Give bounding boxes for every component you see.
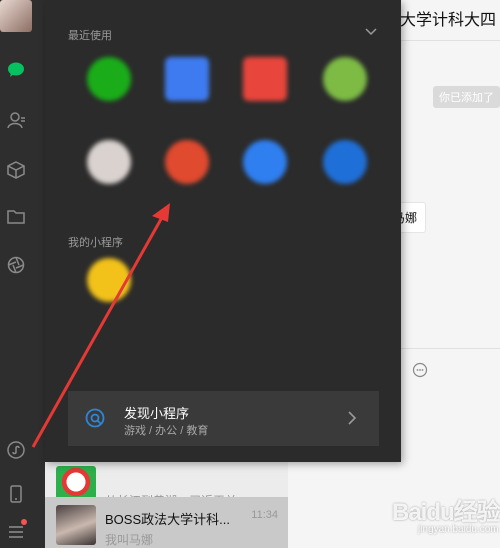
comment-icon[interactable] <box>412 362 428 378</box>
system-message: 你已添加了 <box>433 86 500 108</box>
watermark-url: jingyan.baidu.com <box>418 524 499 535</box>
app-icon <box>165 140 209 184</box>
folder-icon[interactable] <box>6 207 26 227</box>
mini-program-popup: 最近使用 我的小程序 发现小程序 游戏 / 办公 / 教育 <box>45 0 401 462</box>
moments-icon[interactable] <box>6 255 26 275</box>
app-icon <box>323 57 367 101</box>
app-icon <box>165 57 209 101</box>
notification-dot <box>21 519 27 525</box>
app-icon <box>87 140 131 184</box>
recent-app-4[interactable] <box>313 57 377 137</box>
my-app-1[interactable] <box>77 258 141 338</box>
app-icon <box>243 140 287 184</box>
chat-icon[interactable] <box>6 60 26 80</box>
app-icon <box>323 140 367 184</box>
recent-app-8[interactable] <box>313 140 377 220</box>
chat-list-item-selected[interactable]: BOSS政法大学计科... 我叫马娜 11:34 <box>45 497 288 548</box>
recent-app-1[interactable] <box>77 57 141 137</box>
phone-icon[interactable] <box>6 484 26 504</box>
chat-time: 11:34 <box>251 509 278 521</box>
recent-app-3[interactable] <box>233 57 297 137</box>
recent-section-title: 最近使用 <box>68 30 112 42</box>
discover-search-icon <box>85 408 105 428</box>
chat-avatar <box>56 505 96 545</box>
wechat-window: 从长江到黄湖，习近平关... BOSS政法大学计科... 我叫马娜 11:34 … <box>0 0 500 548</box>
chat-preview: 我叫马娜 <box>105 533 154 547</box>
discover-title: 发现小程序 <box>124 406 190 421</box>
mini-program-icon[interactable] <box>6 440 26 460</box>
discover-mini-programs-button[interactable]: 发现小程序 游戏 / 办公 / 教育 <box>68 391 379 446</box>
app-icon <box>87 258 131 302</box>
recent-app-2[interactable] <box>155 57 219 137</box>
user-avatar[interactable] <box>0 0 32 32</box>
my-mini-programs-title: 我的小程序 <box>68 237 123 249</box>
collection-box-icon[interactable] <box>6 160 26 180</box>
discover-subtitle: 游戏 / 办公 / 教育 <box>124 425 209 437</box>
watermark-logo: Baidu经验 <box>392 499 500 526</box>
recent-app-6[interactable] <box>155 140 219 220</box>
chat-name: BOSS政法大学计科... <box>105 512 230 527</box>
left-nav-bar <box>0 0 45 548</box>
contacts-icon[interactable] <box>6 110 26 130</box>
menu-icon[interactable] <box>6 522 26 542</box>
app-icon <box>243 57 287 101</box>
recent-app-5[interactable] <box>77 140 141 220</box>
chevron-right-icon <box>348 411 357 425</box>
recent-app-7[interactable] <box>233 140 297 220</box>
chevron-down-icon[interactable] <box>365 28 377 36</box>
chat-title: 大学计科大四 <box>400 12 497 29</box>
app-icon <box>87 57 131 101</box>
